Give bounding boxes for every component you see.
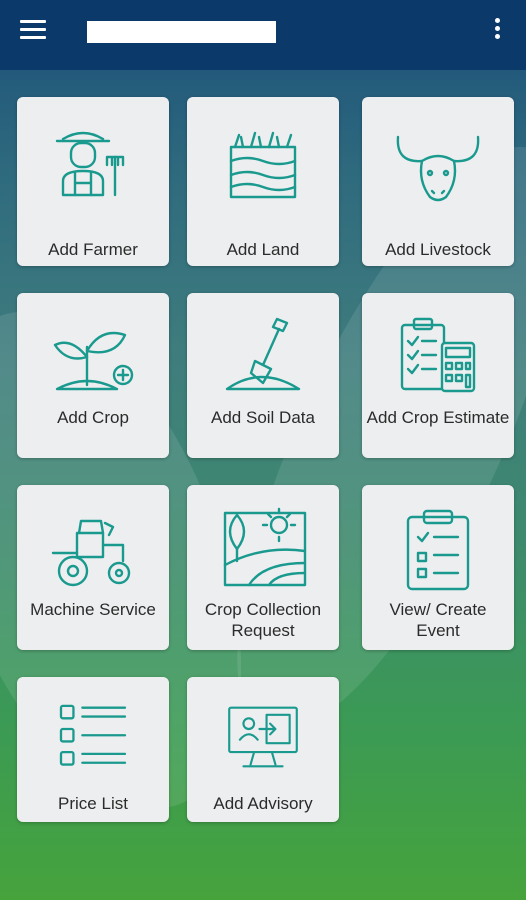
add-soil-data-tile[interactable]: Add Soil Data	[187, 293, 339, 458]
price-list-tile[interactable]: Price List	[17, 677, 169, 822]
tile-label: Price List	[58, 794, 128, 813]
hamburger-menu-icon[interactable]	[20, 20, 46, 42]
soil-data-icon	[225, 317, 301, 391]
crop-estimate-icon	[400, 317, 476, 393]
tile-label: Add Soil Data	[211, 408, 315, 427]
tile-label: Add Livestock	[385, 240, 491, 259]
app-bar	[0, 0, 526, 70]
view-create-event-tile[interactable]: View/ Create Event	[362, 485, 514, 650]
farmer-icon	[55, 131, 125, 197]
add-crop-tile[interactable]: Add Crop	[17, 293, 169, 458]
tile-label: Add Crop Estimate	[366, 408, 510, 427]
add-crop-estimate-tile[interactable]: Add Crop Estimate	[362, 293, 514, 458]
add-land-tile[interactable]: Add Land	[187, 97, 339, 266]
tile-label: View/ Create Event	[389, 600, 487, 640]
crop-icon	[53, 331, 134, 391]
tile-label: Add Advisory	[213, 794, 313, 813]
tractor-icon	[51, 519, 131, 587]
tile-label: Add Farmer	[48, 240, 138, 259]
more-vertical-icon[interactable]	[490, 18, 504, 44]
livestock-icon	[396, 135, 480, 202]
machine-service-tile[interactable]: Machine Service	[17, 485, 169, 650]
land-icon	[229, 131, 297, 199]
add-advisory-tile[interactable]: Add Advisory	[187, 677, 339, 822]
event-clipboard-icon	[406, 509, 470, 591]
crop-collection-icon	[223, 507, 307, 587]
price-list-icon	[59, 704, 127, 766]
add-livestock-tile[interactable]: Add Livestock	[362, 97, 514, 266]
crop-collection-request-tile[interactable]: Crop Collection Request	[187, 485, 339, 650]
tile-label: Add Crop	[57, 408, 129, 427]
app-title	[87, 21, 276, 43]
tile-label: Crop Collection Request	[204, 600, 322, 640]
tile-label: Add Land	[226, 240, 300, 259]
tile-label: Machine Service	[30, 600, 156, 619]
advisory-icon	[228, 706, 298, 768]
add-farmer-tile[interactable]: Add Farmer	[17, 97, 169, 266]
